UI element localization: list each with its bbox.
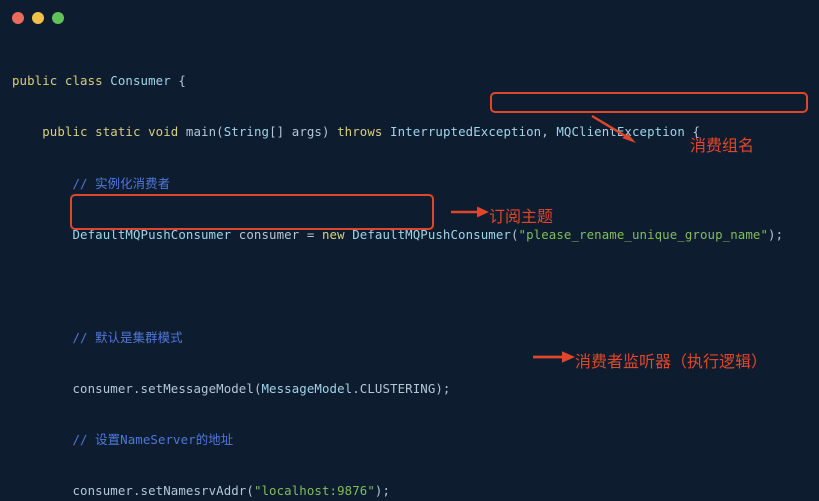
code-line: // 默认是集群模式 <box>12 329 183 345</box>
window-controls <box>12 12 64 24</box>
code-screenshot-window: public class Consumer { public static vo… <box>0 0 819 501</box>
annotation-label-consumer-group: 消费组名 <box>690 136 755 155</box>
maximize-button[interactable] <box>52 12 64 24</box>
window-titlebar <box>0 0 819 36</box>
arrow-icon-consumer-listener <box>533 351 575 363</box>
annotation-label-consumer-listener: 消费者监听器（执行逻辑） <box>575 352 768 371</box>
code-line: consumer.setMessageModel(MessageModel.CL… <box>12 380 451 396</box>
arrow-icon-subscribe-topic <box>451 206 489 218</box>
code-line: consumer.setNamesrvAddr("localhost:9876"… <box>12 483 391 499</box>
minimize-button[interactable] <box>32 12 44 24</box>
arrow-icon-consumer-group <box>591 114 636 143</box>
annotation-label-subscribe-topic: 订阅主题 <box>489 207 554 226</box>
code-line: DefaultMQPushConsumer consumer = new Def… <box>72 227 784 243</box>
code-editor[interactable]: public class Consumer { public static vo… <box>0 38 819 501</box>
close-button[interactable] <box>12 12 24 24</box>
code-line: public class Consumer { <box>12 73 186 89</box>
code-line: // 设置NameServer的地址 <box>12 432 234 448</box>
code-line: // 实例化消费者 <box>12 175 171 191</box>
